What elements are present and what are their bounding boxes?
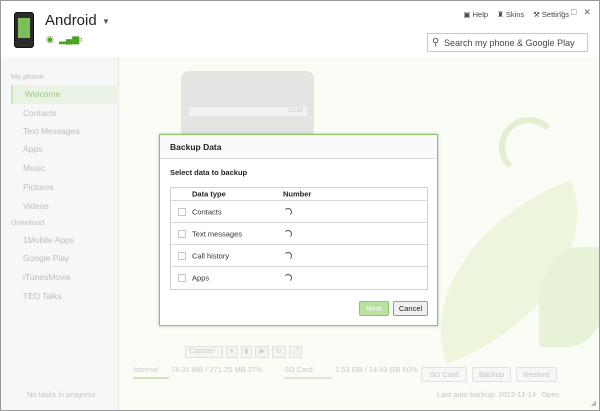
table-row[interactable]: Text messages: [171, 223, 427, 245]
cancel-button[interactable]: Cancel: [393, 301, 428, 316]
sidebar-item-welcome[interactable]: Welcome: [11, 85, 117, 104]
internal-usage-bar: [133, 377, 169, 379]
phone-status-bar: 23:24: [189, 107, 307, 116]
capture-toolbar: Capture ▾ ▮ ▶ ↻ ⤢: [185, 346, 303, 358]
loading-spinner-icon: [284, 207, 292, 216]
fullscreen-icon[interactable]: ▮: [240, 346, 253, 358]
close-icon[interactable]: ✕: [583, 7, 591, 18]
sd-storage-usage: 7.53 GB / 14.83 GB 50%: [335, 365, 418, 374]
row-label: Call history: [192, 251, 230, 260]
wifi-icon: ◉: [46, 34, 54, 44]
table-row[interactable]: Contacts: [171, 201, 427, 223]
device-name[interactable]: Android: [45, 12, 97, 29]
task-status: No tasks in progress: [27, 390, 96, 399]
internal-storage-tab[interactable]: Internal: [133, 365, 158, 374]
restore-button[interactable]: Restore: [516, 367, 557, 382]
sidebar-item-text-messages[interactable]: Text Messages: [11, 122, 117, 141]
sidebar-item-pictures[interactable]: Pictures: [11, 178, 117, 197]
backup-data-table: Data type Number Contacts Text messages …: [170, 187, 428, 290]
window-controls: − □ ✕: [559, 7, 591, 18]
decorative-tendril: [499, 117, 559, 177]
capture-dropdown-icon[interactable]: ▾: [226, 346, 238, 358]
maximize-icon[interactable]: □: [571, 7, 576, 18]
sidebar-section-phone: My phone: [11, 72, 44, 81]
row-label: Apps: [192, 273, 210, 283]
column-header-number: Number: [283, 189, 312, 199]
loading-spinner-icon: [284, 251, 292, 260]
sd-storage-tab[interactable]: SD Card: [284, 365, 313, 374]
sidebar-item-music[interactable]: Music: [11, 159, 117, 178]
last-backup-info: Last auto backup: 2012-11-14 Open: [437, 390, 560, 399]
search-icon: ⚲: [432, 37, 440, 48]
expand-icon[interactable]: ⤢: [288, 346, 303, 358]
last-backup-text: Last auto backup: 2012-11-14: [437, 390, 537, 399]
table-row[interactable]: Apps: [171, 267, 427, 289]
refresh-icon[interactable]: ↻: [271, 346, 286, 358]
sidebar-item-itunesmovie[interactable]: iTunesMovie: [11, 268, 117, 287]
battery-icon: ▭: [74, 34, 83, 44]
loading-spinner-icon: [284, 229, 292, 238]
row-label: Text messages: [192, 229, 243, 238]
next-button[interactable]: Next: [359, 301, 389, 316]
help-link[interactable]: ▣ Help: [464, 10, 489, 19]
sidebar-item-ted-talks[interactable]: TED Talks: [11, 287, 117, 306]
backup-dialog: Backup Data Select data to backup Data t…: [159, 134, 438, 326]
minimize-icon[interactable]: −: [559, 7, 564, 18]
sidebar-item-videos[interactable]: Videos: [11, 197, 117, 216]
app-window: Android ▼ ◉ ▂▄▆ ▭ ▣ Help ♜ Skins ⚒ Settings…: [0, 0, 600, 411]
apps-checkbox[interactable]: [178, 274, 186, 282]
sidebar-section-download: Download: [11, 218, 45, 227]
skins-link[interactable]: ♜ Skins: [497, 10, 524, 19]
open-link[interactable]: Open: [541, 390, 559, 399]
column-header-data-type: Data type: [192, 189, 226, 199]
device-dropdown-icon[interactable]: ▼: [102, 17, 110, 26]
table-row[interactable]: Call history: [171, 245, 427, 267]
search-input[interactable]: ⚲ Search my phone & Google Play: [427, 33, 588, 52]
sidebar-item-google-play[interactable]: Google Play: [11, 249, 117, 268]
sd-card-button[interactable]: SD Card: [421, 367, 467, 382]
sidebar: My phone Welcome Contacts Text Messages …: [1, 57, 119, 410]
contacts-checkbox[interactable]: [178, 207, 186, 216]
search-placeholder: Search my phone & Google Play: [444, 37, 575, 48]
sidebar-item-apps[interactable]: Apps: [11, 140, 117, 159]
loading-spinner-icon: [284, 274, 292, 282]
phone-device-icon: [14, 12, 34, 48]
wrench-icon: ⚒: [533, 10, 540, 19]
play-icon[interactable]: ▶: [255, 346, 269, 358]
table-header: Data type Number: [171, 188, 427, 201]
row-label: Contacts: [192, 207, 222, 216]
internal-storage-usage: 74.31 MB / 271.25 MB 27%: [171, 365, 263, 374]
phone-time: 23:24: [287, 108, 303, 114]
call-history-checkbox[interactable]: [178, 251, 186, 260]
sd-usage-bar: [284, 377, 332, 379]
text-messages-checkbox[interactable]: [178, 229, 186, 238]
capture-button[interactable]: Capture: [185, 346, 223, 358]
help-icon: ▣: [463, 10, 471, 19]
sidebar-item-contacts[interactable]: Contacts: [11, 104, 117, 123]
sidebar-item-1mobile-apps[interactable]: 1Mobile Apps: [11, 231, 117, 250]
resize-grip-icon[interactable]: ◢: [591, 399, 596, 407]
skins-icon: ♜: [497, 10, 504, 19]
header: Android ▼ ◉ ▂▄▆ ▭ ▣ Help ♜ Skins ⚒ Settings…: [1, 1, 599, 57]
backup-button[interactable]: Backup: [472, 367, 511, 382]
dialog-subtitle: Select data to backup: [170, 168, 248, 177]
top-links: ▣ Help ♜ Skins ⚒ Settings: [464, 10, 569, 19]
dialog-title: Backup Data: [160, 135, 437, 159]
